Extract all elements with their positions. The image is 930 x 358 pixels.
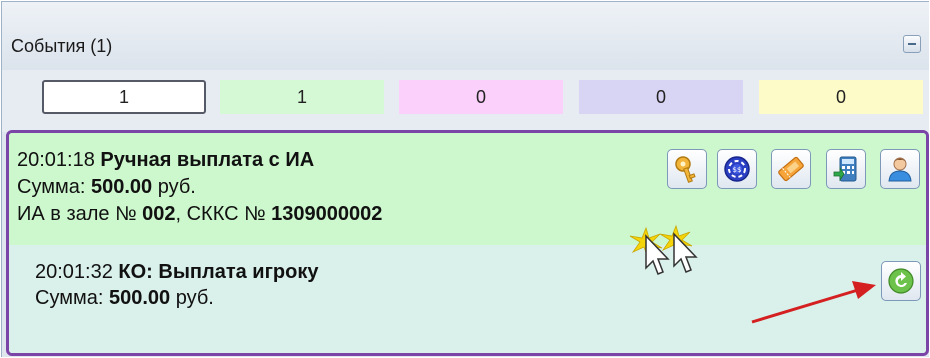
key-button[interactable] — [667, 149, 707, 189]
collapse-button[interactable] — [903, 35, 921, 53]
sum-label: Сумма: — [35, 287, 104, 309]
skks-label: , СККС № — [175, 203, 266, 225]
sum-value: 500.00 — [108, 287, 171, 309]
user-icon — [888, 157, 912, 182]
event-time: 20:01:18 — [17, 149, 95, 171]
user-button[interactable] — [880, 149, 920, 189]
click-cursor-icon — [629, 224, 698, 275]
calculator-icon — [833, 156, 857, 182]
skks-number: 1309000002 — [271, 203, 383, 225]
counter-yellow[interactable]: 0 — [759, 80, 923, 114]
event-title: Ручная выплата с ИА — [100, 149, 315, 171]
events-panel: События (1) 1 1 0 0 0 20:01:18 Ручная вы… — [1, 1, 929, 357]
event-item[interactable]: 20:01:18 Ручная выплата с ИА Сумма: 500.… — [9, 133, 926, 245]
chip-button[interactable]: $$ — [717, 149, 757, 189]
machine-number: 002 — [142, 203, 176, 225]
calculator-button[interactable] — [826, 149, 866, 189]
ticket-icon — [778, 156, 804, 182]
event-heading: 20:01:18 Ручная выплата с ИА — [17, 149, 314, 172]
casino-chip-icon: $$ — [724, 156, 750, 182]
sum-unit: руб. — [157, 176, 196, 198]
counter-pink[interactable]: 0 — [399, 80, 563, 114]
panel-title: События (1) — [11, 36, 113, 56]
event-title: КО: Выплата игроку — [118, 261, 319, 283]
key-icon — [675, 156, 696, 183]
event-sum: Сумма: 500.00 руб. — [35, 287, 214, 310]
sum-label: Сумма: — [17, 176, 86, 198]
counter-purple[interactable]: 0 — [579, 80, 743, 114]
counters-bar: 1 1 0 0 0 — [2, 70, 929, 132]
ticket-button[interactable] — [771, 149, 811, 189]
event-sum: Сумма: 500.00 руб. — [17, 176, 196, 199]
undo-icon — [888, 268, 914, 294]
sum-value: 500.00 — [90, 176, 153, 198]
counter-green[interactable]: 1 — [220, 80, 384, 114]
event-item[interactable]: 20:01:32 КО: Выплата игроку Сумма: 500.0… — [9, 245, 926, 353]
undo-button[interactable] — [881, 261, 921, 301]
events-list: 20:01:18 Ручная выплата с ИА Сумма: 500.… — [6, 130, 929, 356]
svg-text:$$: $$ — [733, 166, 742, 174]
event-location: ИА в зале № 002, СККС № 1309000002 — [17, 203, 382, 226]
counter-white[interactable]: 1 — [42, 80, 206, 114]
panel-header: События (1) — [2, 2, 929, 70]
sum-unit: руб. — [175, 287, 214, 309]
location-label: ИА в зале № — [17, 203, 137, 225]
event-heading: 20:01:32 КО: Выплата игроку — [35, 261, 319, 284]
event-time: 20:01:32 — [35, 261, 113, 283]
